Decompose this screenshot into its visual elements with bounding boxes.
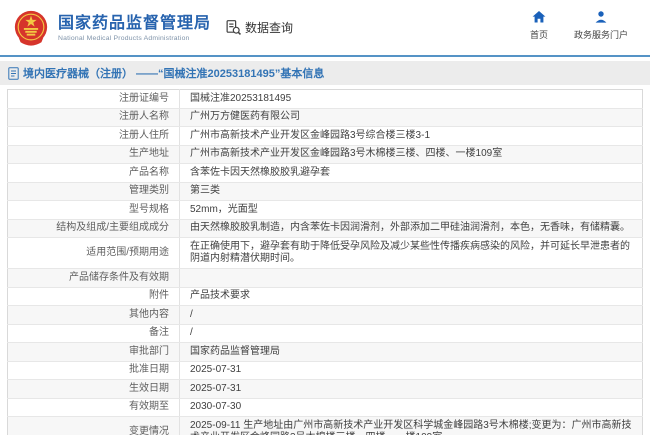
row-value: 国械注准20253181495 — [180, 90, 643, 109]
row-label: 管理类别 — [8, 182, 180, 201]
header-nav: 首页 政务服务门户 — [530, 10, 628, 41]
table-row: 生产地址广州市高新技术产业开发区金峰园路3号木棉楼三楼、四楼、一楼109室 — [8, 145, 643, 164]
table-row: 注册证编号国械注准20253181495 — [8, 90, 643, 109]
row-label: 生产地址 — [8, 145, 180, 164]
row-label: 型号规格 — [8, 201, 180, 220]
national-emblem-icon[interactable] — [12, 9, 50, 47]
row-label: 其他内容 — [8, 306, 180, 325]
document-icon — [8, 67, 19, 80]
registration-info-table-wrap: 注册证编号国械注准20253181495注册人名称广州万方健医药有限公司注册人住… — [7, 89, 643, 435]
org-name: 国家药品监督管理局 — [58, 14, 211, 33]
data-query-link[interactable]: 数据查询 — [225, 19, 293, 36]
table-row: 管理类别第三类 — [8, 182, 643, 201]
breadcrumb: 境内医疗器械（注册） ——“国械注准20253181495”基本信息 — [0, 61, 650, 85]
data-query-label: 数据查询 — [245, 19, 293, 36]
row-value: 广州市高新技术产业开发区金峰园路3号木棉楼三楼、四楼、一楼109室 — [180, 145, 643, 164]
row-label: 产品储存条件及有效期 — [8, 269, 180, 288]
row-value: / — [180, 306, 643, 325]
row-label: 适用范围/预期用途 — [8, 238, 180, 269]
row-label: 注册人住所 — [8, 127, 180, 146]
org-title-block: 国家药品监督管理局 National Medical Products Admi… — [58, 14, 211, 42]
home-icon — [532, 10, 546, 24]
table-row: 型号规格52mm，光面型 — [8, 201, 643, 220]
row-label: 备注 — [8, 324, 180, 343]
row-value — [180, 269, 643, 288]
row-value: 广州市高新技术产业开发区金峰园路3号综合楼三楼3-1 — [180, 127, 643, 146]
row-label: 注册证编号 — [8, 90, 180, 109]
row-label: 结构及组成/主要组成成分 — [8, 219, 180, 238]
table-row: 其他内容/ — [8, 306, 643, 325]
row-value: 国家药品监督管理局 — [180, 343, 643, 362]
registration-info-table: 注册证编号国械注准20253181495注册人名称广州万方健医药有限公司注册人住… — [7, 89, 643, 435]
header: 国家药品监督管理局 National Medical Products Admi… — [0, 0, 650, 57]
row-value: 广州万方健医药有限公司 — [180, 108, 643, 127]
table-row: 批准日期2025-07-31 — [8, 361, 643, 380]
table-row: 产品储存条件及有效期 — [8, 269, 643, 288]
table-row: 注册人住所广州市高新技术产业开发区金峰园路3号综合楼三楼3-1 — [8, 127, 643, 146]
row-value: 2025-07-31 — [180, 361, 643, 380]
row-value: 在正确使用下，避孕套有助于降低受孕风险及减少某些性传播疾病感染的风险，并可延长早… — [180, 238, 643, 269]
table-row: 适用范围/预期用途在正确使用下，避孕套有助于降低受孕风险及减少某些性传播疾病感染… — [8, 238, 643, 269]
nav-portal[interactable]: 政务服务门户 — [574, 10, 628, 41]
org-name-en: National Medical Products Administration — [58, 35, 211, 42]
user-icon — [594, 10, 608, 24]
row-value: 2025-09-11 生产地址由广州市高新技术产业开发区科学城金峰园路3号木棉楼… — [180, 417, 643, 435]
row-label: 注册人名称 — [8, 108, 180, 127]
row-value: 2030-07-30 — [180, 398, 643, 417]
row-value: / — [180, 324, 643, 343]
row-label: 产品名称 — [8, 164, 180, 183]
table-row: 附件产品技术要求 — [8, 287, 643, 306]
table-row: 注册人名称广州万方健医药有限公司 — [8, 108, 643, 127]
table-row: 生效日期2025-07-31 — [8, 380, 643, 399]
row-label: 变更情况 — [8, 417, 180, 435]
table-row: 产品名称含苯佐卡因天然橡胶胶乳避孕套 — [8, 164, 643, 183]
table-row: 审批部门国家药品监督管理局 — [8, 343, 643, 362]
table-row: 有效期至2030-07-30 — [8, 398, 643, 417]
table-row: 结构及组成/主要组成成分由天然橡胶胶乳制造，内含苯佐卡因润滑剂，外部添加二甲硅油… — [8, 219, 643, 238]
row-label: 生效日期 — [8, 380, 180, 399]
row-label: 有效期至 — [8, 398, 180, 417]
doc-search-icon — [225, 19, 242, 36]
row-value: 52mm，光面型 — [180, 201, 643, 220]
table-row: 变更情况2025-09-11 生产地址由广州市高新技术产业开发区科学城金峰园路3… — [8, 417, 643, 435]
table-row: 备注/ — [8, 324, 643, 343]
nav-portal-label: 政务服务门户 — [574, 28, 628, 41]
row-value: 含苯佐卡因天然橡胶胶乳避孕套 — [180, 164, 643, 183]
row-value: 由天然橡胶胶乳制造，内含苯佐卡因润滑剂，外部添加二甲硅油润滑剂，本色，无香味，有… — [180, 219, 643, 238]
row-label: 附件 — [8, 287, 180, 306]
nav-home[interactable]: 首页 — [530, 10, 548, 41]
nav-home-label: 首页 — [530, 28, 548, 41]
row-value: 2025-07-31 — [180, 380, 643, 399]
row-value: 产品技术要求 — [180, 287, 643, 306]
row-value: 第三类 — [180, 182, 643, 201]
row-label: 审批部门 — [8, 343, 180, 362]
breadcrumb-text: 境内医疗器械（注册） ——“国械注准20253181495”基本信息 — [23, 65, 324, 81]
row-label: 批准日期 — [8, 361, 180, 380]
